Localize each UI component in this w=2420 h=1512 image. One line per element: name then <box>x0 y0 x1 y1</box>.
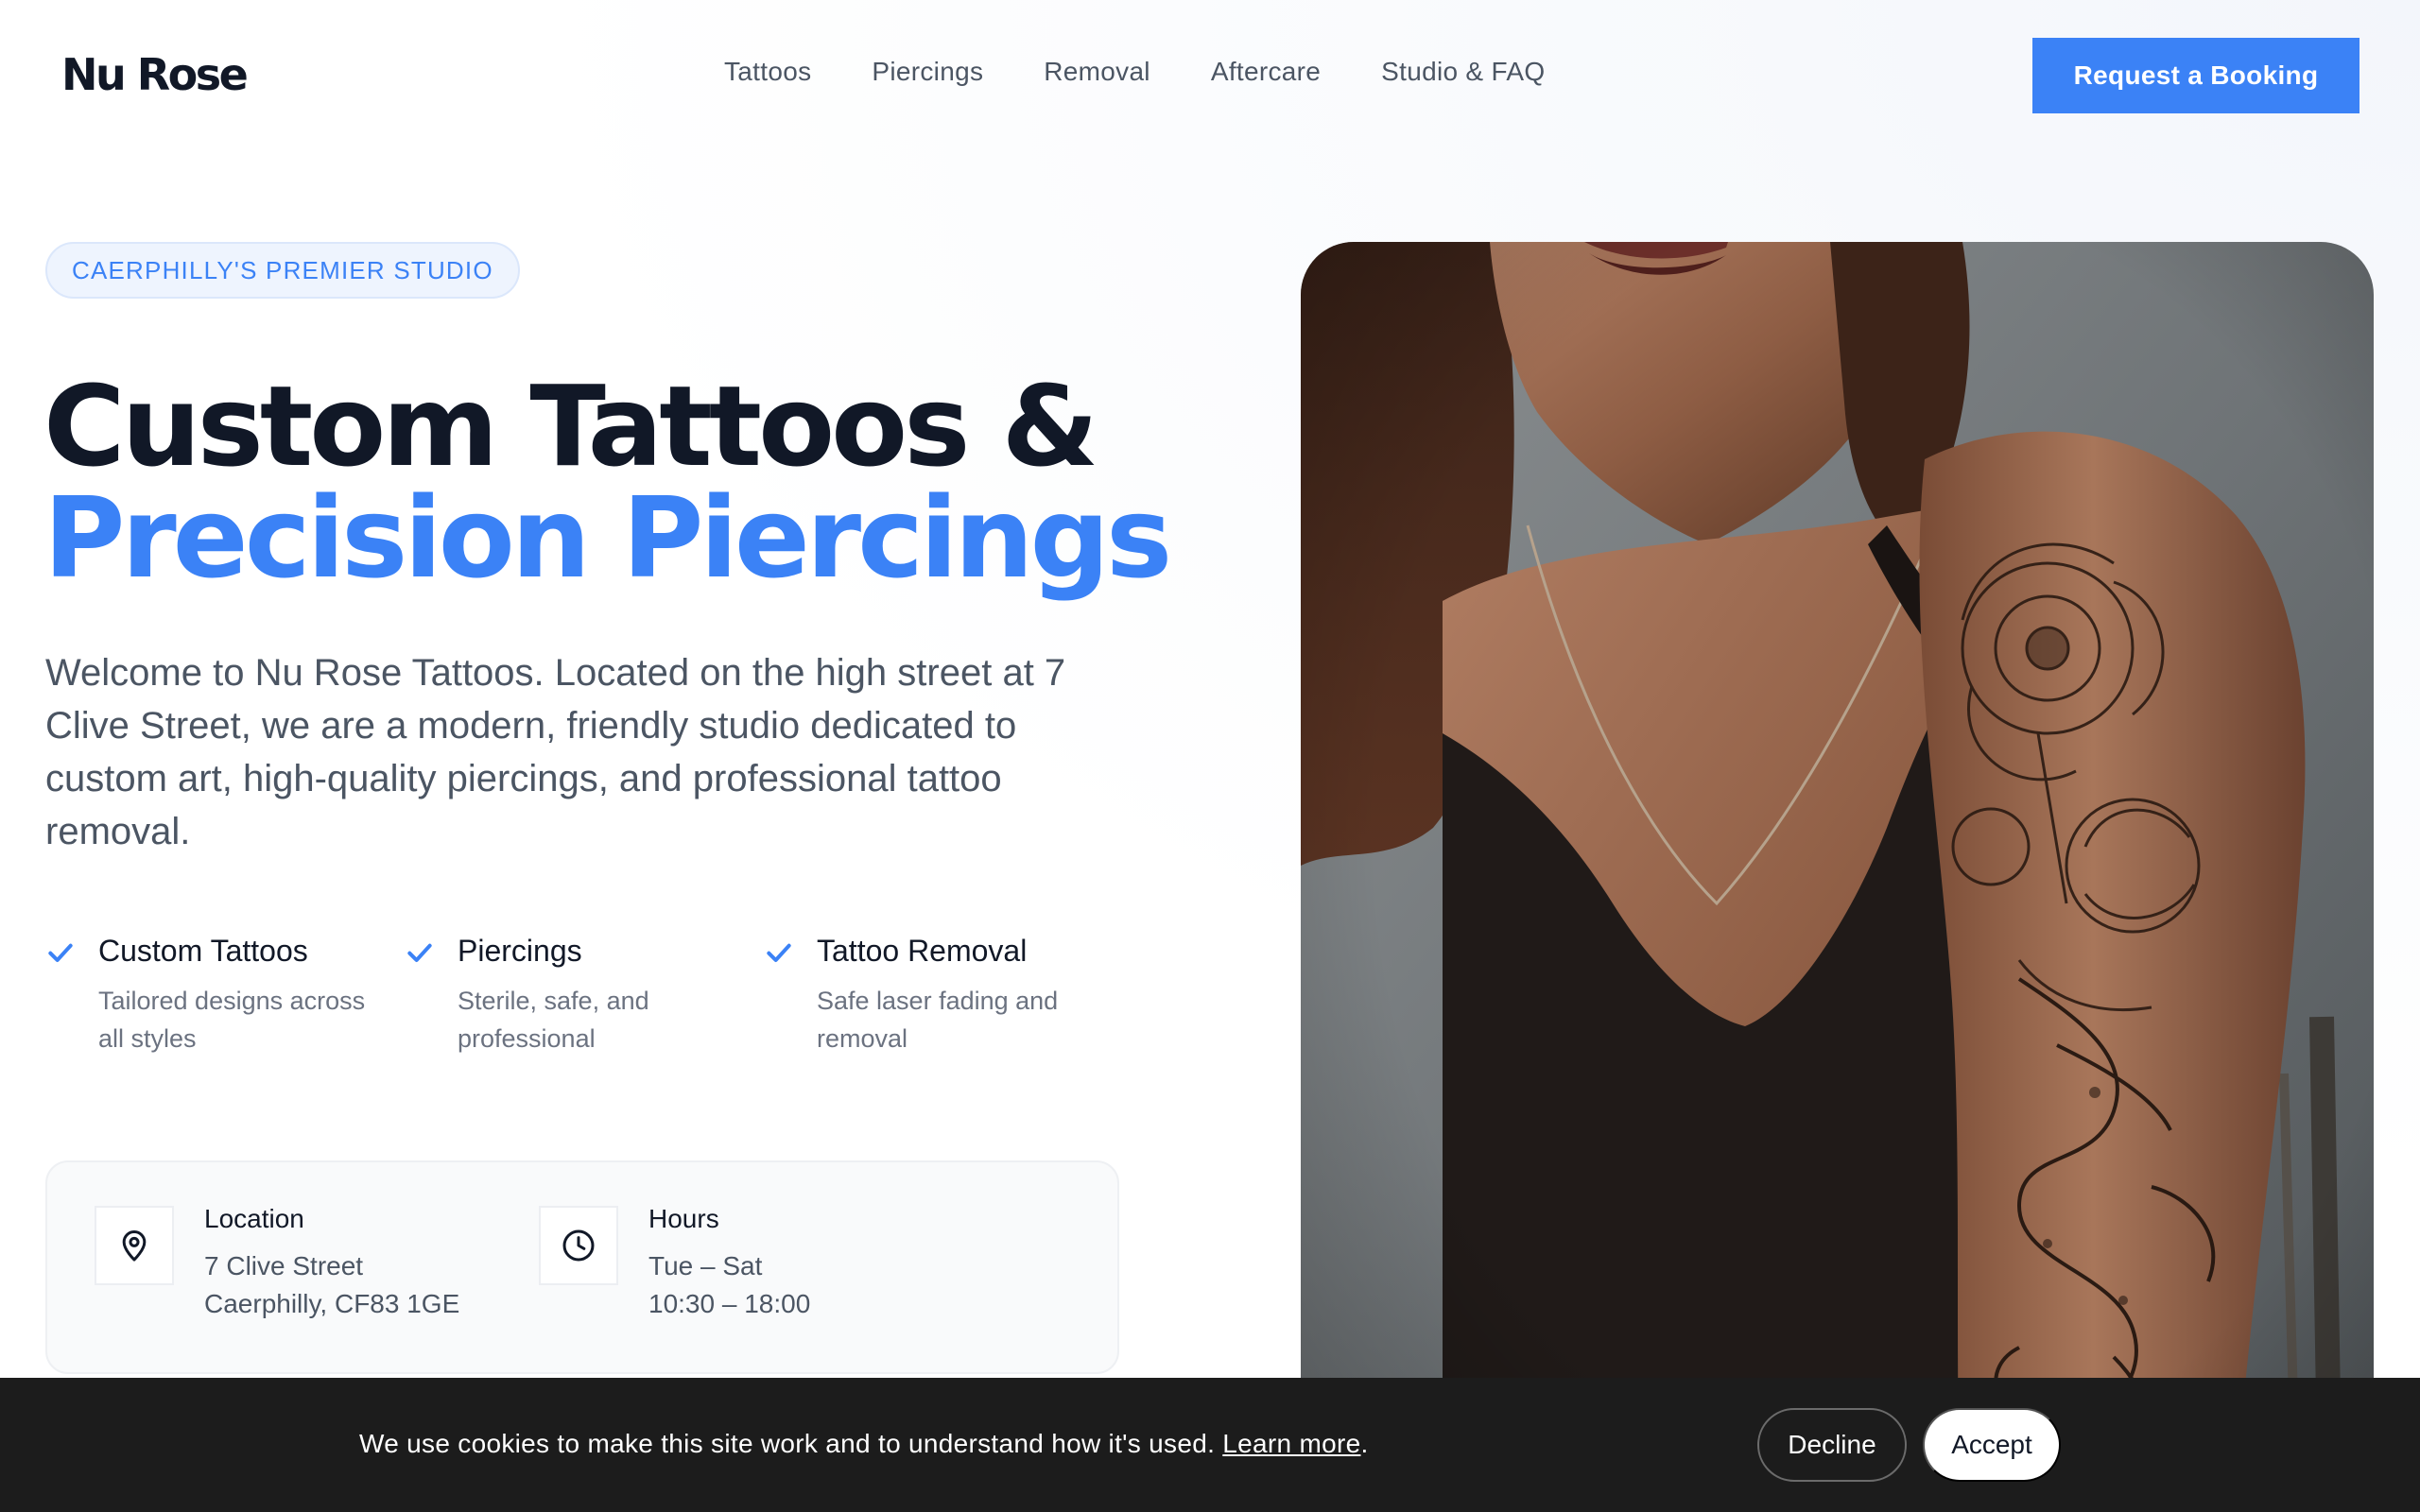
studio-info-card: Location 7 Clive Street Caerphilly, CF83… <box>45 1160 1119 1374</box>
hero-intro: Welcome to Nu Rose Tattoos. Located on t… <box>45 652 1066 852</box>
hours-time: 10:30 – 18:00 <box>648 1289 811 1318</box>
feature-item: Tattoo Removal Safe laser fading and rem… <box>764 934 1123 1057</box>
feature-title: Tattoo Removal <box>817 934 1028 968</box>
map-pin-icon <box>95 1206 174 1285</box>
nav-studio-faq[interactable]: Studio & FAQ <box>1381 57 1545 87</box>
site-header: Nu Rose Tattoos Piercings Removal Afterc… <box>0 0 2420 151</box>
accept-button[interactable]: Accept <box>1923 1408 2061 1482</box>
clock-icon <box>539 1206 618 1285</box>
check-icon <box>45 934 98 1057</box>
check-icon <box>764 934 817 1057</box>
feature-list: Custom Tattoos Tailored designs across a… <box>45 934 1123 1057</box>
feature-desc: Safe laser fading and removal <box>817 987 1059 1053</box>
hours-info: Hours Tue – Sat 10:30 – 18:00 <box>539 1204 811 1323</box>
cookie-banner: We use cookies to make this site work an… <box>0 1378 2420 1512</box>
hero-title: Custom Tattoos & Precision Piercings <box>43 361 1172 603</box>
location-label: Location <box>204 1204 304 1233</box>
main-nav: Tattoos Piercings Removal Aftercare Stud… <box>724 57 1545 87</box>
nav-tattoos[interactable]: Tattoos <box>724 57 811 87</box>
address-line2: Caerphilly, CF83 1GE <box>204 1289 460 1318</box>
feature-title: Custom Tattoos <box>98 934 308 968</box>
nav-aftercare[interactable]: Aftercare <box>1211 57 1321 87</box>
feature-desc: Tailored designs across all styles <box>98 987 366 1053</box>
feature-item: Piercings Sterile, safe, and professiona… <box>405 934 764 1057</box>
hero-image <box>1301 242 2374 1512</box>
request-booking-button[interactable]: Request a Booking <box>2032 38 2360 113</box>
location-info: Location 7 Clive Street Caerphilly, CF83… <box>95 1204 460 1323</box>
learn-more-link[interactable]: Learn more <box>1222 1429 1360 1458</box>
feature-desc: Sterile, safe, and professional <box>458 987 649 1053</box>
hero-title-line1: Custom Tattoos & <box>43 361 1098 491</box>
hours-days: Tue – Sat <box>648 1251 763 1280</box>
decline-button[interactable]: Decline <box>1757 1408 1907 1482</box>
nav-piercings[interactable]: Piercings <box>872 57 983 87</box>
cookie-message: We use cookies to make this site work an… <box>359 1429 1369 1459</box>
feature-title: Piercings <box>458 934 582 968</box>
check-icon <box>405 934 458 1057</box>
logo[interactable]: Nu Rose <box>61 49 249 100</box>
nav-removal[interactable]: Removal <box>1044 57 1150 87</box>
cookie-text: We use cookies to make this site work an… <box>359 1429 1216 1458</box>
cookie-period: . <box>1360 1429 1369 1458</box>
studio-badge: CAERPHILLY'S PREMIER STUDIO <box>45 242 520 299</box>
feature-item: Custom Tattoos Tailored designs across a… <box>45 934 405 1057</box>
hero-title-line2: Precision Piercings <box>43 472 1172 603</box>
address-line1: 7 Clive Street <box>204 1251 364 1280</box>
hours-label: Hours <box>648 1204 719 1233</box>
